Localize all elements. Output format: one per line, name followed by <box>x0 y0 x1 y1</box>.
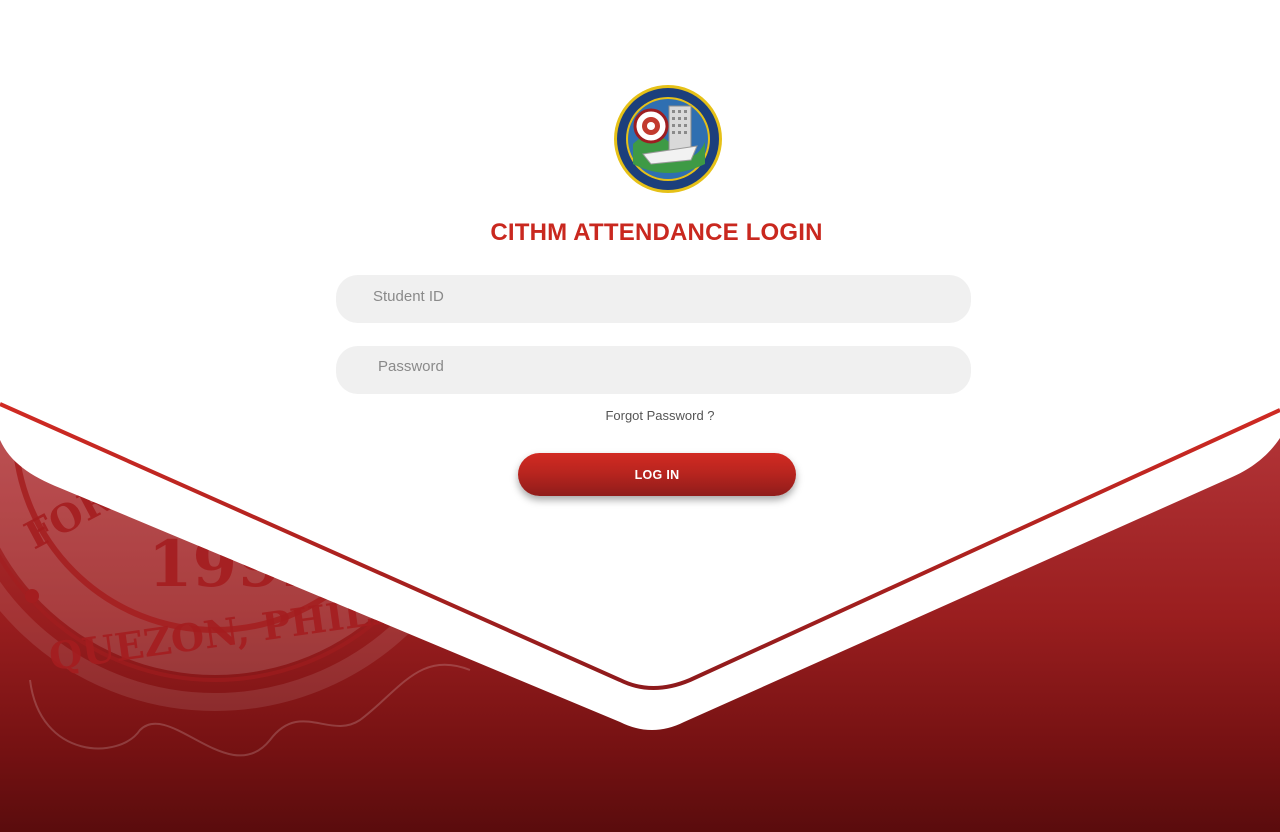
password-input[interactable] <box>336 346 971 394</box>
college-seal-logo <box>614 85 722 193</box>
page-title: CITHM ATTENDANCE LOGIN <box>490 219 823 246</box>
login-form-container: CITHM ATTENDANCE LOGIN Forgot Password ?… <box>0 0 1280 832</box>
login-page: 1992 FOR C QUEZON, PHILIPPINE CITHM ATTE… <box>0 0 1280 832</box>
login-button[interactable]: LOG IN <box>518 453 796 496</box>
student-id-input[interactable] <box>336 275 971 323</box>
forgot-password-link[interactable]: Forgot Password ? <box>560 408 760 423</box>
